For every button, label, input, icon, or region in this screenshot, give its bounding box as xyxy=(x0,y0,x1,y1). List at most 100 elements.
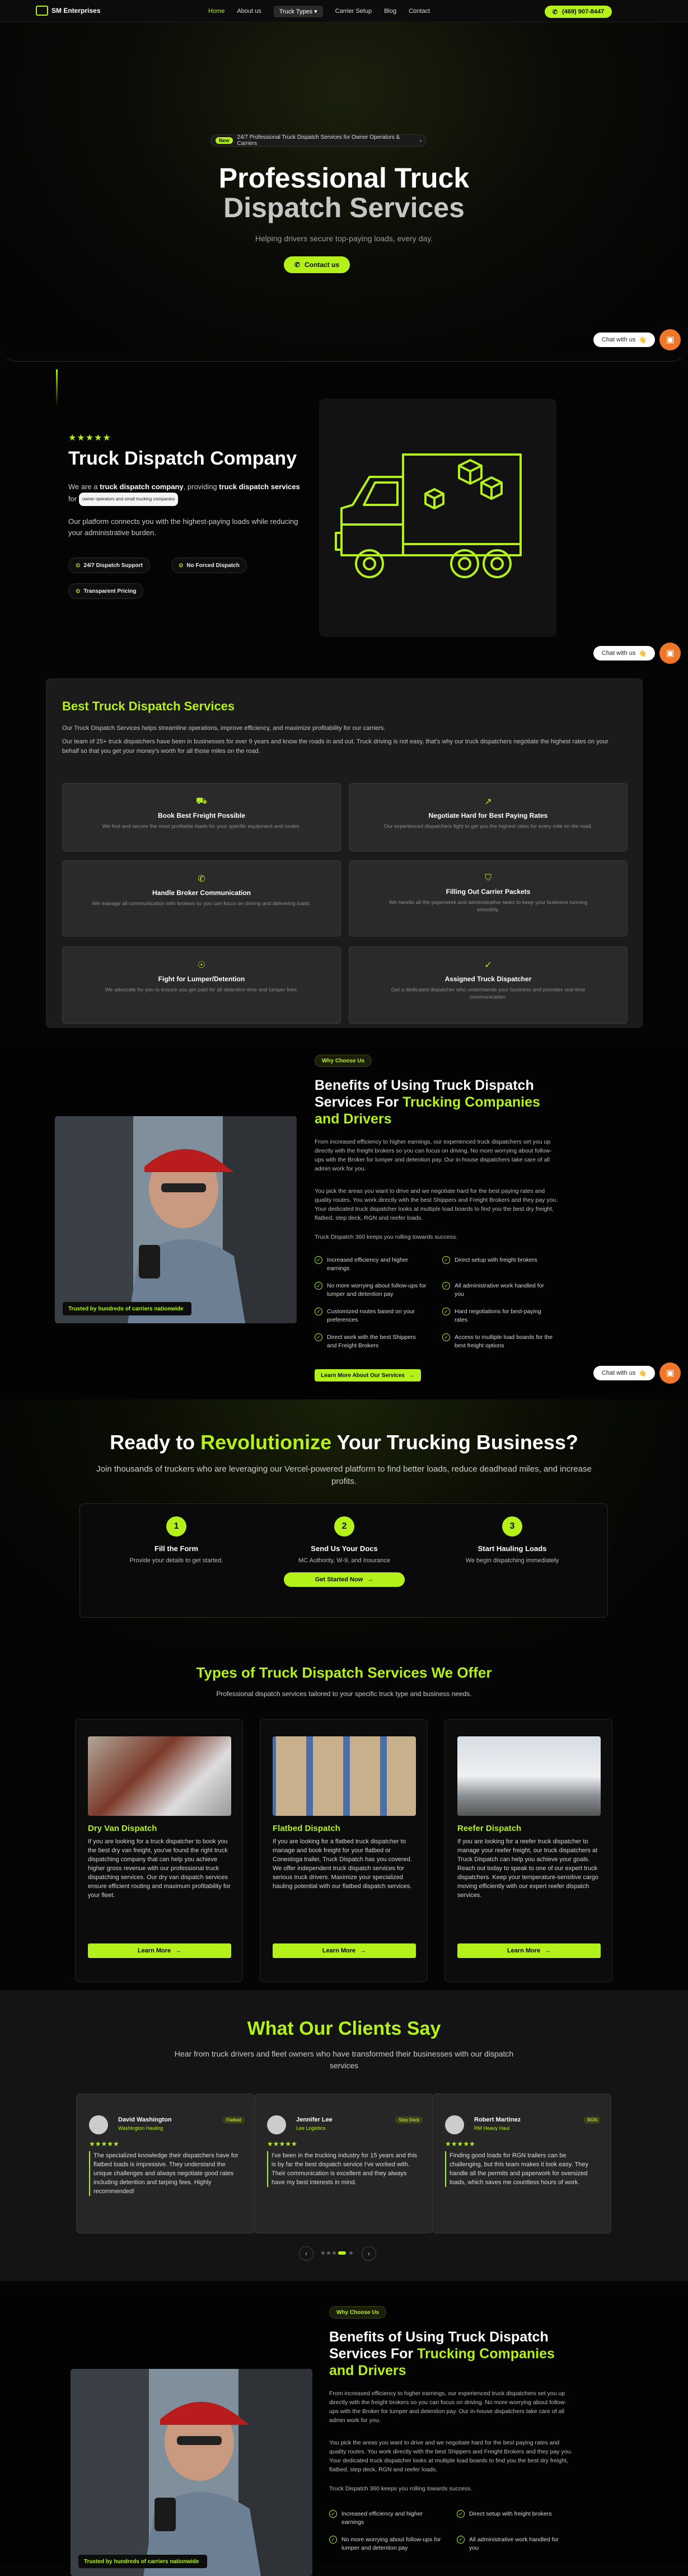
benefit-item: ✓ Hard negotiations for best-paying rates xyxy=(442,1308,554,1324)
carousel-next-button[interactable]: › xyxy=(362,2246,376,2261)
step-send-docs: 2 Send Us Your Docs MC Authority, W-9, a… xyxy=(260,1516,428,1564)
service-card-lumper-detention: ☉ Fight for Lumper/Detention We advocate… xyxy=(62,947,341,1024)
nav-link-about[interactable]: About us xyxy=(237,8,261,15)
chat-with-us-bubble[interactable]: Chat with us 👋 xyxy=(593,646,655,661)
best-services-section: Best Truck Dispatch Services Our Truck D… xyxy=(46,678,643,1028)
carousel-dot-active[interactable] xyxy=(338,2251,346,2255)
check-icon: ✓ xyxy=(442,1282,450,1290)
chat-with-us-bubble[interactable]: Chat with us 👋 xyxy=(593,1366,655,1380)
benefits-paragraph-2: You pick the areas you want to drive and… xyxy=(329,2439,573,2473)
benefit-item: ✓ Customized routes based on your prefere… xyxy=(315,1308,427,1324)
check-icon: ✓ xyxy=(442,1256,450,1264)
rating-stars: ★★★★★ xyxy=(68,433,111,443)
nav-link-truck-types[interactable]: Truck Types ▾ xyxy=(273,5,323,17)
benefits-paragraph-1: From increased efficiency to higher earn… xyxy=(315,1139,552,1172)
type-card-reefer: Reefer Dispatch If you are looking for a… xyxy=(444,1719,612,1982)
flatbed-photo xyxy=(273,1736,416,1816)
testimonial-quote: Finding good loads for RGN trailers can … xyxy=(445,2151,600,2187)
arrow-right-icon: → xyxy=(367,1576,374,1583)
benefits-paragraph-2: You pick the areas you want to drive and… xyxy=(315,1188,558,1221)
carousel-prev-button[interactable]: ‹ xyxy=(299,2246,313,2261)
types-title: Types of Truck Dispatch Services We Offe… xyxy=(196,1664,492,1681)
hero-section: New 24/7 Professional Truck Dispatch Ser… xyxy=(0,22,688,362)
arrow-right-icon: → xyxy=(360,1947,367,1954)
learn-more-dry-van-button[interactable]: Learn More → xyxy=(88,1943,231,1958)
arrow-right-icon: → xyxy=(175,1947,182,1954)
testimonial-quote: The specialized knowledge their dispatch… xyxy=(89,2151,244,2196)
check-icon: ✓ xyxy=(457,2536,465,2544)
hero-announcement-pill[interactable]: New 24/7 Professional Truck Dispatch Ser… xyxy=(210,134,427,147)
new-tag: New xyxy=(216,137,233,144)
learn-more-reefer-button[interactable]: Learn More → xyxy=(457,1943,601,1958)
arrow-right-icon: → xyxy=(545,1947,551,1954)
phone-icon: ✆ xyxy=(294,261,301,269)
check-icon: ✓ xyxy=(315,1282,322,1290)
testimonial-card: Jennifer Lee Lee Logistics Step Deck ★★★… xyxy=(254,2093,433,2233)
carousel-dot[interactable] xyxy=(349,2251,353,2255)
cta-section: Ready to Revolutionize Your Trucking Bus… xyxy=(0,1399,688,1648)
top-nav: SM Enterprises Home About us Truck Types… xyxy=(0,0,688,22)
hero-title-line1: Professional Truck xyxy=(218,162,470,194)
nav-link-blog[interactable]: Blog xyxy=(384,8,396,15)
benefits-title: Benefits of Using Truck Dispatch Service… xyxy=(315,1078,540,1127)
step-fill-form: 1 Fill the Form Provide your details to … xyxy=(92,1516,260,1564)
brand-logo[interactable]: SM Enterprises xyxy=(36,6,100,16)
benefit-item: ✓ No more worrying about follow-ups for l… xyxy=(315,1282,427,1299)
award-icon: ☉ xyxy=(197,961,206,970)
learn-more-flatbed-button[interactable]: Learn More → xyxy=(273,1943,416,1958)
nav-link-home[interactable]: Home xyxy=(208,8,224,15)
cta-subtitle: Join thousands of truckers who are lever… xyxy=(96,1464,592,1486)
best-services-intro: Our Truck Dispatch Services helps stream… xyxy=(62,725,386,732)
check-icon: ✓ xyxy=(315,1308,322,1315)
carousel-dot[interactable] xyxy=(321,2251,325,2255)
benefit-item: ✓ Access to multiple load boards for the … xyxy=(442,1333,554,1350)
benefit-item: ✓ No more worrying about follow-ups for l… xyxy=(329,2536,441,2552)
truck-type-badge: RGN xyxy=(584,2116,601,2124)
phone-button[interactable]: ✆ (469) 907-8447 xyxy=(545,6,612,18)
truck-outline-icon xyxy=(335,453,522,578)
wave-icon: 👋 xyxy=(639,1370,647,1377)
benefits-paragraph-1: From increased efficiency to higher earn… xyxy=(329,2390,567,2424)
pill-text: 24/7 Professional Truck Dispatch Service… xyxy=(237,134,400,147)
chat-launcher-icon[interactable]: ▣ xyxy=(659,1362,681,1384)
check-icon: ✓ xyxy=(315,1256,322,1264)
carousel-dot[interactable] xyxy=(327,2251,330,2255)
avatar xyxy=(89,2115,108,2134)
feature-24-7-support: ⊙ 24/7 Dispatch Support xyxy=(68,558,150,573)
nav-link-contact[interactable]: Contact xyxy=(409,8,430,15)
cta-title: Ready to Revolutionize Your Trucking Bus… xyxy=(110,1431,578,1454)
truck-illustration xyxy=(319,399,556,637)
chevron-left-icon: ‹ xyxy=(305,2250,307,2257)
benefit-item: ✓ Increased efficiency and higher earning… xyxy=(315,1256,427,1273)
company-intro: We are a truck dispatch company, providi… xyxy=(68,481,303,506)
company-description: Our platform connects you with the highe… xyxy=(68,517,298,537)
testimonials-subtitle: Hear from truck drivers and fleet owners… xyxy=(174,2049,514,2070)
trucker-photo: Trusted by hundreds of carriers nationwi… xyxy=(55,1116,297,1323)
wave-icon: 👋 xyxy=(639,650,647,657)
reefer-photo xyxy=(457,1736,601,1816)
contact-us-button[interactable]: ✆ Contact us xyxy=(284,256,350,273)
rating-stars: ★★★★★ xyxy=(445,2140,475,2148)
dry-van-photo xyxy=(88,1736,231,1816)
best-services-title: Best Truck Dispatch Services xyxy=(62,699,235,713)
check-circle-icon: ⊙ xyxy=(76,588,81,594)
company-title: Truck Dispatch Company xyxy=(68,448,297,469)
get-started-button[interactable]: Get Started Now → xyxy=(284,1572,405,1587)
onboarding-steps: 1 Fill the Form Provide your details to … xyxy=(79,1504,608,1618)
chat-launcher-icon[interactable]: ▣ xyxy=(659,643,681,664)
check-icon: ✓ xyxy=(329,2510,337,2518)
benefit-item: ✓ Direct setup with freight brokers xyxy=(442,1256,554,1264)
nav-link-carrier-setup[interactable]: Carrier Setup xyxy=(335,8,372,15)
chevron-down-icon: ▾ xyxy=(314,8,317,15)
benefits-paragraph-3: Truck Dispatch 360 keeps you rolling tow… xyxy=(329,2485,472,2492)
carousel-dot[interactable] xyxy=(333,2251,336,2255)
type-card-dry-van: Dry Van Dispatch If you are looking for … xyxy=(75,1719,243,1982)
chat-launcher-icon[interactable]: ▣ xyxy=(659,329,681,350)
phone-icon: ✆ xyxy=(552,8,558,16)
step-start-hauling: 3 Start Hauling Loads We begin dispatchi… xyxy=(428,1516,596,1564)
feature-no-forced-dispatch: ⊙ No Forced Dispatch xyxy=(171,558,247,573)
chat-with-us-bubble[interactable]: Chat with us 👋 xyxy=(593,332,655,347)
dispatch-types-section: Types of Truck Dispatch Services We Offe… xyxy=(0,1648,688,1990)
shield-icon: ⛉ xyxy=(484,873,492,883)
learn-more-services-button[interactable]: Learn More About Our Services → xyxy=(315,1369,421,1381)
